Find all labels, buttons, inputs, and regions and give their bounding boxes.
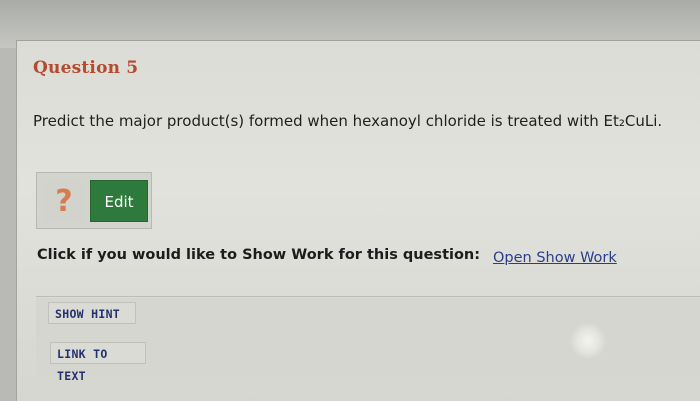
question-mark-icon: ? [44, 182, 84, 222]
screen-glare [568, 324, 608, 358]
show-hint-button[interactable]: SHOW HINT [48, 302, 136, 324]
edit-button[interactable]: Edit [90, 180, 148, 222]
divider [36, 296, 700, 297]
question-text: Predict the major product(s) formed when… [33, 112, 663, 130]
show-work-prompt: Click if you would like to Show Work for… [37, 247, 481, 263]
link-to-text-button[interactable]: LINK TO TEXT [50, 342, 146, 383]
question-title: Question 5 [33, 58, 139, 78]
open-show-work-link[interactable]: Open Show Work [493, 250, 617, 266]
